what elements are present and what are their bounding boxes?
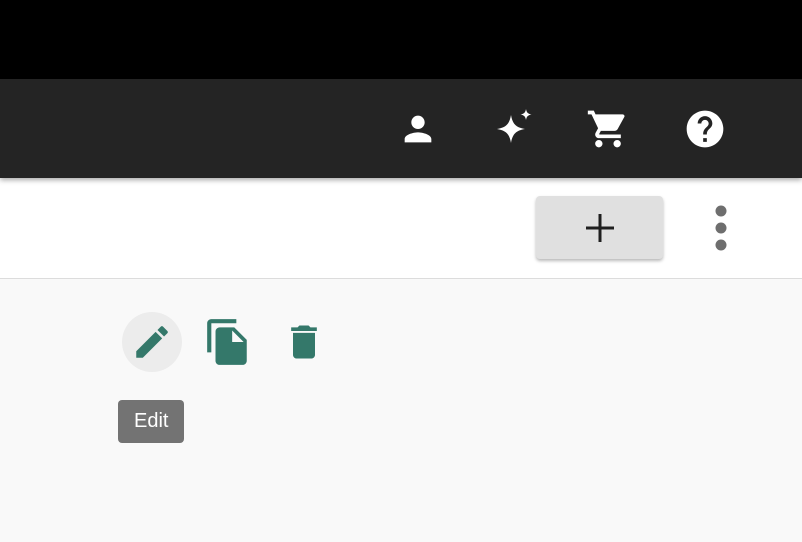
sparkle-icon[interactable] [491, 107, 535, 151]
app-bar [0, 79, 802, 178]
more-vertical-icon [715, 205, 727, 251]
top-black-bar [0, 0, 802, 79]
copy-button[interactable] [198, 312, 258, 372]
trash-icon [291, 325, 317, 359]
toolbar [0, 178, 802, 279]
copy-document-icon [207, 319, 247, 365]
help-icon[interactable] [683, 107, 727, 151]
account-icon[interactable] [396, 107, 440, 151]
delete-button[interactable] [274, 312, 334, 372]
plus-icon [585, 213, 614, 242]
pencil-icon [136, 326, 168, 358]
content-area: Edit [0, 279, 802, 542]
edit-tooltip: Edit [118, 400, 185, 443]
add-button[interactable] [536, 196, 663, 259]
cart-icon[interactable] [586, 107, 630, 151]
edit-button[interactable] [122, 312, 182, 372]
more-options-button[interactable] [701, 200, 741, 256]
